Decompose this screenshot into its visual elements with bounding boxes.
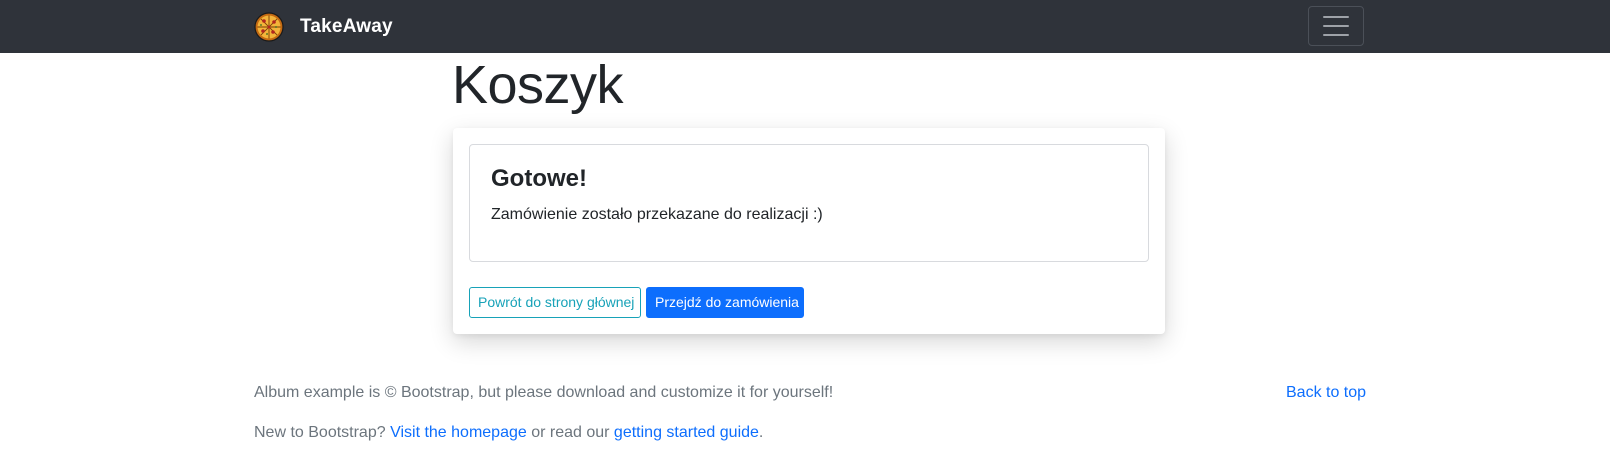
footer-prefix-text: New to Bootstrap? [254,424,391,441]
brand-name: TakeAway [300,15,393,37]
getting-started-guide-link[interactable]: getting started guide [614,424,759,441]
pizza-icon [254,11,284,42]
homepage-link[interactable]: Visit the homepage [390,424,527,441]
back-to-top-link[interactable]: Back to top [1286,384,1366,402]
order-confirmation-card: Gotowe! Zamówienie zostało przekazane do… [453,128,1165,334]
page-title: Koszyk [452,55,624,115]
top-navbar: TakeAway [0,0,1610,53]
back-to-home-button[interactable]: Powrót do strony głównej [469,287,641,318]
confirmation-message: Zamówienie zostało przekazane do realiza… [491,206,823,223]
footer-suffix-text: . [758,424,764,441]
footer-copyright: Album example is © Bootstrap, but please… [254,384,834,401]
footer-bootstrap-info: New to Bootstrap? Visit the homepage or … [254,424,763,442]
hamburger-menu-icon [1323,16,1349,18]
confirmation-panel: Gotowe! Zamówienie zostało przekazane do… [469,144,1149,262]
brand-link[interactable]: TakeAway [254,11,393,42]
go-to-order-button[interactable]: Przejdź do zamówienia [646,287,804,318]
navbar-toggler-button[interactable] [1308,6,1364,46]
footer-middle-text: or read our [526,424,614,441]
confirmation-heading: Gotowe! [491,165,587,192]
